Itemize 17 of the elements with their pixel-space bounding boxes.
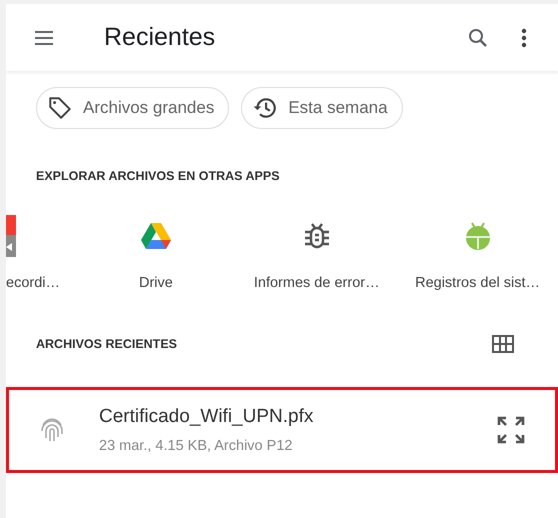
- expand-icon[interactable]: [495, 414, 527, 446]
- file-name: Certificado_Wifi_UPN.pfx: [99, 406, 314, 428]
- app-label[interactable]: Informes de error…: [254, 275, 380, 291]
- tag-icon: [47, 95, 73, 121]
- filter-chip[interactable]: Esta semana: [241, 87, 403, 129]
- grid-view-icon[interactable]: [492, 335, 514, 353]
- drive-icon: [140, 222, 172, 250]
- app-label[interactable]: ecordi…: [6, 275, 60, 291]
- app-label[interactable]: Registros del sist…: [415, 275, 540, 291]
- filter-chip[interactable]: Archivos grandes: [36, 87, 230, 129]
- file-row[interactable]: Certificado_Wifi_UPN.pfx 23 mar., 4.15 KB, Archivo P12: [6, 387, 558, 473]
- file-details: 23 mar., 4.15 KB, Archivo P12: [99, 438, 294, 454]
- fingerprint-icon: [39, 416, 65, 444]
- app-label[interactable]: Drive: [138, 275, 173, 291]
- section-header: ARCHIVOS RECIENTES: [36, 337, 177, 351]
- section-header: EXPLORAR ARCHIVOS EN OTRAS APPS: [35, 168, 281, 183]
- screen-title: Recientes: [104, 23, 216, 52]
